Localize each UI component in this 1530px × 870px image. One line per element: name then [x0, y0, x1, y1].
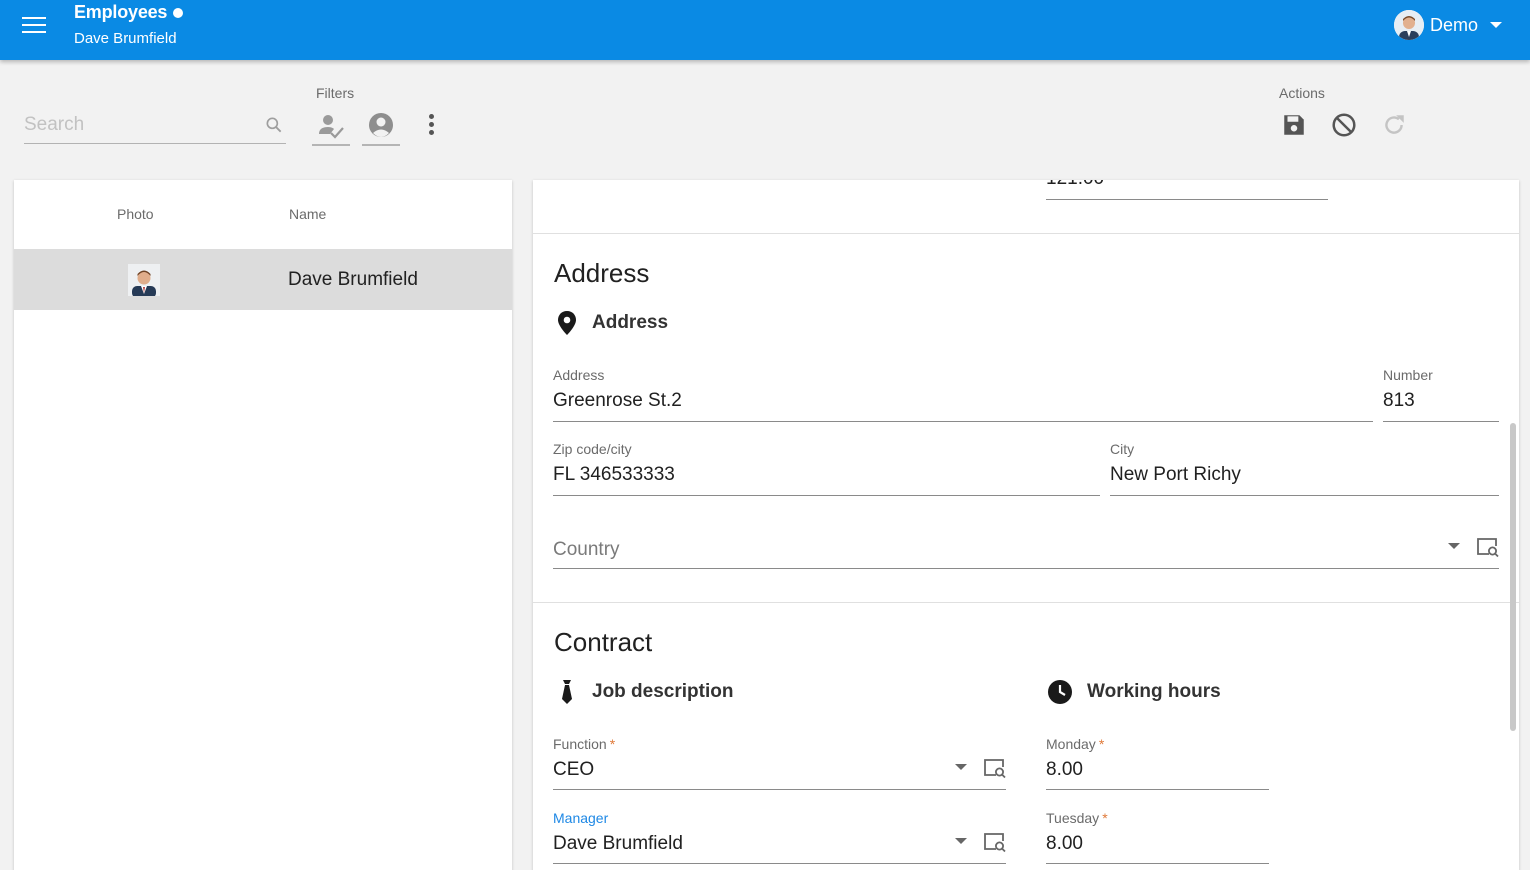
number-field-label: Number: [1383, 367, 1433, 383]
cancel-button[interactable]: [1331, 112, 1359, 140]
employee-list: Photo Name Dave Brumfield: [14, 180, 512, 870]
tuesday-label-text: Tuesday: [1046, 810, 1100, 826]
modified-dot-icon: [173, 7, 184, 18]
employee-name: Dave Brumfield: [288, 269, 418, 290]
zip-code-field[interactable]: Zip code/city FL 346533333: [553, 441, 1100, 496]
function-field-value: CEO: [553, 759, 595, 780]
column-header-name[interactable]: Name: [289, 206, 326, 222]
required-marker: *: [1102, 810, 1108, 826]
city-field-label: City: [1110, 441, 1135, 457]
monday-field-label: Monday *: [1046, 736, 1104, 752]
clock-icon: [1048, 680, 1072, 704]
app-title: Employees: [74, 2, 184, 23]
address-section-title: Address: [554, 258, 650, 288]
user-menu[interactable]: Demo: [1393, 10, 1502, 40]
city-field-value: New Port Richy: [1110, 464, 1241, 485]
working-hours-group-title: Working hours: [1047, 679, 1221, 705]
list-item[interactable]: Dave Brumfield: [14, 249, 512, 310]
working-hours-label: Working hours: [1087, 681, 1221, 702]
filter-mine-button[interactable]: [362, 108, 400, 146]
function-field-label: Function *: [553, 736, 615, 752]
monday-field-value: 8.00: [1046, 759, 1083, 780]
address-group-title: Address: [556, 310, 668, 336]
required-marker: *: [1098, 736, 1105, 752]
refresh-button[interactable]: [1381, 112, 1409, 140]
number-field[interactable]: Number 813: [1383, 367, 1499, 422]
employee-photo: [128, 264, 160, 296]
more-options-icon[interactable]: [426, 114, 436, 138]
account-circle-icon: [369, 113, 393, 137]
monday-label-text: Monday: [1046, 736, 1096, 752]
number-field-value: 813: [1383, 390, 1415, 411]
manager-field-label: Manager: [553, 810, 609, 826]
chevron-down-icon[interactable]: [955, 764, 967, 770]
filters-label: Filters: [316, 85, 355, 101]
section-divider: [533, 233, 1519, 234]
search-icon[interactable]: [264, 115, 284, 140]
address-field-label: Address: [553, 367, 605, 383]
filter-assigned-button[interactable]: [312, 108, 350, 146]
person-check-icon: [319, 115, 344, 139]
monday-field[interactable]: Monday * 8.00: [1046, 736, 1269, 790]
search-input[interactable]: [24, 108, 254, 136]
function-select[interactable]: Function * CEO: [553, 736, 1006, 790]
manager-select[interactable]: Manager Dave Brumfield: [553, 810, 1006, 864]
lookup-icon[interactable]: [983, 756, 1007, 780]
partial-field[interactable]: 121.00: [1046, 180, 1328, 200]
chevron-down-icon[interactable]: [955, 838, 967, 844]
country-select[interactable]: Country: [553, 513, 1499, 569]
zip-code-field-value: FL 346533333: [553, 464, 675, 485]
chevron-down-icon[interactable]: [1448, 543, 1460, 549]
zip-code-field-label: Zip code/city: [553, 441, 632, 457]
job-description-label: Job description: [592, 681, 734, 702]
section-divider: [533, 602, 1519, 603]
employee-detail: 121.00 Address Address Address Greenrose…: [533, 180, 1519, 870]
address-field[interactable]: Address Greenrose St.2: [553, 367, 1373, 422]
app-title-text: Employees: [74, 2, 168, 22]
function-label-text: Function: [553, 736, 607, 752]
save-icon: [1284, 115, 1304, 135]
partial-field-value: 121.00: [1046, 180, 1104, 190]
map-marker-icon: [558, 311, 576, 335]
tuesday-field[interactable]: Tuesday * 8.00: [1046, 810, 1269, 864]
column-header-photo[interactable]: Photo: [117, 206, 154, 222]
detail-scrollbar[interactable]: [1510, 423, 1516, 731]
hamburger-menu-icon[interactable]: [22, 17, 46, 35]
app-bar: Employees Dave Brumfield Demo: [0, 0, 1530, 60]
contract-section-title: Contract: [554, 627, 653, 657]
user-avatar: [1393, 10, 1424, 40]
lookup-icon[interactable]: [983, 830, 1007, 854]
user-name: Demo: [1429, 14, 1478, 35]
app-titles: Employees Dave Brumfield: [74, 2, 184, 47]
address-group-label: Address: [592, 312, 669, 333]
list-header: Photo Name: [14, 180, 512, 249]
lookup-icon[interactable]: [1476, 535, 1500, 559]
actions-label: Actions: [1279, 85, 1325, 101]
cancel-icon: [1332, 113, 1356, 137]
record-subtitle: Dave Brumfield: [74, 30, 177, 47]
tuesday-field-value: 8.00: [1046, 833, 1083, 854]
address-field-value: Greenrose St.2: [553, 390, 682, 411]
country-placeholder: Country: [553, 539, 620, 560]
city-field[interactable]: City New Port Richy: [1110, 441, 1499, 496]
tuesday-field-label: Tuesday *: [1046, 810, 1108, 826]
search-box: [24, 108, 286, 144]
manager-field-value: Dave Brumfield: [553, 833, 683, 854]
chevron-down-icon: [1490, 22, 1502, 28]
required-marker: *: [609, 736, 616, 752]
refresh-icon: [1385, 115, 1404, 134]
job-description-group-title: Job description: [556, 679, 733, 705]
tie-icon: [562, 680, 572, 704]
save-button[interactable]: [1281, 112, 1309, 140]
